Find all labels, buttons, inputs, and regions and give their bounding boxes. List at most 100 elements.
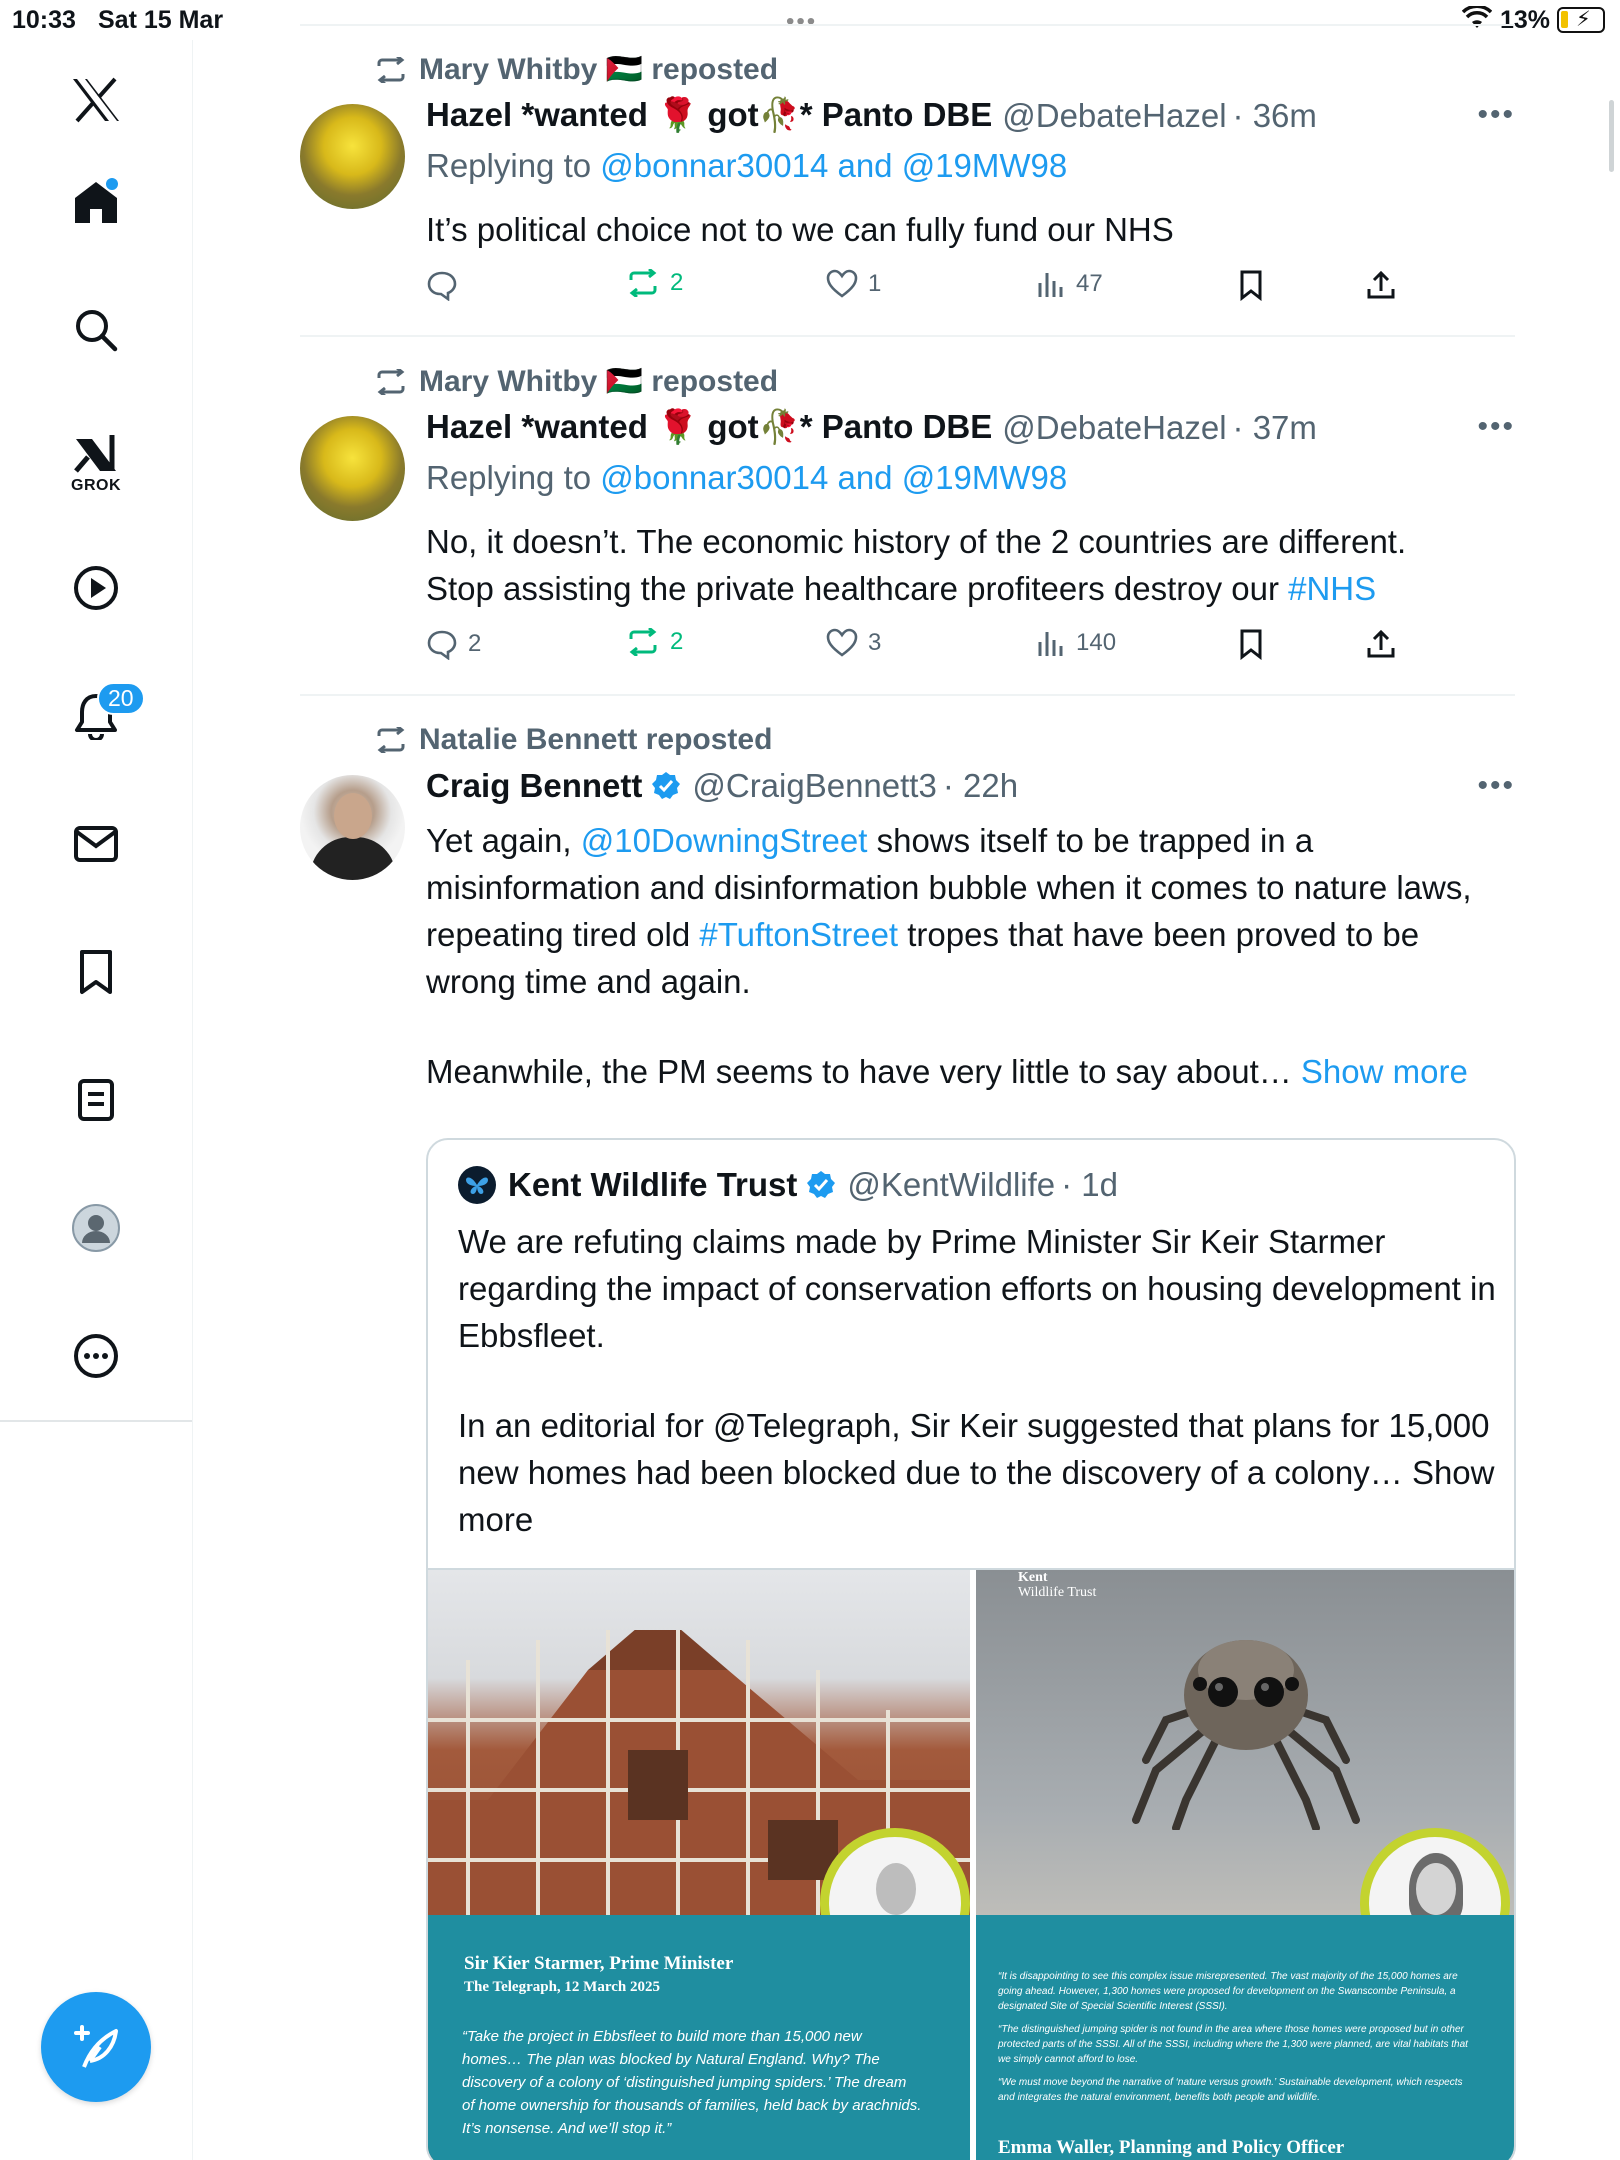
tweet-header: Hazel *wanted 🌹 got🥀* Panto DBE @DebateH… bbox=[426, 408, 1317, 447]
author-name[interactable]: Hazel *wanted 🌹 got🥀* Panto DBE bbox=[426, 96, 992, 135]
verified-badge-icon bbox=[652, 772, 681, 799]
sidebar-item-home[interactable] bbox=[46, 162, 146, 242]
avatar[interactable] bbox=[300, 104, 405, 209]
sidebar-item-video[interactable] bbox=[46, 548, 146, 628]
quoted-author-handle[interactable]: @KentWildlife bbox=[847, 1166, 1055, 1204]
like-button[interactable]: 3 bbox=[826, 628, 881, 658]
repost-button[interactable]: 2 bbox=[626, 269, 683, 297]
repost-count: 2 bbox=[670, 269, 684, 296]
reply-button[interactable]: 2 bbox=[426, 628, 481, 660]
reply-icon bbox=[427, 630, 457, 660]
mention-link[interactable]: @10DowningStreet bbox=[581, 822, 868, 859]
x-logo-icon[interactable] bbox=[46, 60, 146, 140]
author-handle[interactable]: @CraigBennett3 bbox=[692, 767, 936, 805]
media-gallery: Sir Kier Starmer, Prime Minister The Tel… bbox=[428, 1568, 1514, 2160]
tweet-text-segment: Meanwhile, the PM seems to have very lit… bbox=[426, 1053, 1292, 1090]
author-handle[interactable]: @DebateHazel bbox=[1002, 97, 1226, 135]
list-icon bbox=[78, 1079, 114, 1121]
sidebar-item-lists[interactable] bbox=[46, 1060, 146, 1140]
tweet-time[interactable]: · 22h bbox=[943, 767, 1018, 805]
media-image-starmer[interactable]: Sir Kier Starmer, Prime Minister The Tel… bbox=[428, 1570, 970, 2160]
tweet-actions: 2 2 3 140 bbox=[426, 628, 1516, 668]
kent-wildlife-avatar[interactable] bbox=[458, 1166, 496, 1204]
notification-badge: 20 bbox=[97, 682, 145, 715]
more-options-icon[interactable]: ••• bbox=[1477, 98, 1515, 132]
like-button[interactable]: 1 bbox=[826, 269, 881, 299]
like-count: 3 bbox=[868, 629, 882, 656]
play-icon bbox=[74, 566, 118, 610]
tweet-time[interactable]: · 36m bbox=[1233, 97, 1317, 135]
scrollbar[interactable] bbox=[1609, 100, 1614, 172]
sidebar-item-bookmarks[interactable] bbox=[46, 932, 146, 1012]
reply-icon bbox=[427, 271, 457, 301]
panel-quote-paragraph: “The distinguished jumping spider is not… bbox=[998, 2024, 1468, 2065]
tweet-text: Yet again, @10DowningStreet shows itself… bbox=[426, 817, 1516, 1005]
status-date: Sat 15 Mar bbox=[98, 6, 224, 34]
compose-feather-icon bbox=[74, 2025, 118, 2068]
panel-quote-paragraph: “It is disappointing to see this complex… bbox=[998, 1971, 1458, 2012]
repost-count: 2 bbox=[670, 628, 684, 655]
tweet-time[interactable]: · 37m bbox=[1233, 409, 1317, 447]
reply-button[interactable] bbox=[426, 269, 468, 301]
tweet-header: Craig Bennett @CraigBennett3 · 22h bbox=[426, 767, 1018, 805]
more-options-icon[interactable]: ••• bbox=[1477, 769, 1515, 803]
bookmark-button[interactable] bbox=[1238, 628, 1264, 660]
bookmark-icon bbox=[80, 950, 112, 994]
avatar[interactable] bbox=[300, 416, 405, 521]
share-icon bbox=[1367, 270, 1395, 299]
media-image-spider[interactable]: Kent Wildlife Trust “It is disappointing… bbox=[976, 1570, 1514, 2160]
hashtag-link[interactable]: #TuftonStreet bbox=[699, 916, 898, 953]
kent-wildlife-quote-panel: “It is disappointing to see this complex… bbox=[976, 1915, 1514, 2160]
multitasking-dots-icon[interactable]: ••• bbox=[786, 8, 817, 36]
views-button[interactable]: 47 bbox=[1036, 269, 1103, 299]
quoted-tweet-text: We are refuting claims made by Prime Min… bbox=[458, 1223, 1496, 1354]
share-button[interactable] bbox=[1366, 628, 1396, 660]
sidebar-divider bbox=[0, 1420, 192, 1422]
bookmark-button[interactable] bbox=[1238, 269, 1264, 301]
sidebar-item-notifications[interactable]: 20 bbox=[46, 676, 146, 756]
like-count: 1 bbox=[868, 270, 882, 297]
sidebar-item-grok[interactable]: GROK bbox=[46, 424, 146, 504]
bookmark-icon bbox=[1240, 270, 1262, 301]
show-more-link[interactable]: Show more bbox=[1301, 1053, 1468, 1090]
hashtag-link[interactable]: #NHS bbox=[1288, 570, 1376, 607]
repost-indicator: Mary Whitby 🇵🇸 reposted bbox=[375, 364, 778, 399]
bookmark-icon bbox=[1240, 629, 1262, 660]
heart-icon bbox=[826, 269, 858, 298]
quoted-tweet[interactable]: Kent Wildlife Trust @KentWildlife · 1d W… bbox=[426, 1138, 1516, 2160]
quoted-tweet-text-continued: In an editorial for @Telegraph, Sir Keir… bbox=[458, 1402, 1498, 1543]
quoted-author-name[interactable]: Kent Wildlife Trust bbox=[508, 1166, 797, 1204]
quoted-text-segment: In an editorial for @Telegraph, Sir Keir… bbox=[458, 1407, 1490, 1491]
sidebar-item-messages[interactable] bbox=[46, 804, 146, 884]
quoted-tweet-time[interactable]: · 1d bbox=[1061, 1166, 1118, 1204]
replying-users-link[interactable]: @bonnar30014 and @19MW98 bbox=[600, 147, 1067, 184]
search-icon bbox=[76, 310, 118, 352]
tweet-text-line: No, it doesn’t. The economic history of … bbox=[426, 523, 1407, 560]
repost-icon bbox=[629, 269, 657, 297]
replying-to: Replying to @bonnar30014 and @19MW98 bbox=[426, 459, 1067, 497]
tweet-text: No, it doesn’t. The economic history of … bbox=[426, 518, 1516, 612]
repost-label: Mary Whitby 🇵🇸 reposted bbox=[419, 365, 779, 398]
tweet-actions: 2 1 47 bbox=[426, 269, 1516, 309]
repost-icon bbox=[377, 56, 405, 83]
repost-label: Natalie Bennett reposted bbox=[419, 723, 773, 756]
author-name[interactable]: Hazel *wanted 🌹 got🥀* Panto DBE bbox=[426, 408, 992, 447]
tweet-header: Hazel *wanted 🌹 got🥀* Panto DBE @DebateH… bbox=[426, 96, 1317, 135]
views-button[interactable]: 140 bbox=[1036, 628, 1116, 658]
share-button[interactable] bbox=[1366, 269, 1396, 301]
sidebar-item-more[interactable] bbox=[46, 1316, 146, 1396]
avatar[interactable] bbox=[300, 775, 405, 880]
compose-button[interactable] bbox=[41, 1992, 151, 2102]
author-name[interactable]: Craig Bennett bbox=[426, 767, 642, 805]
author-handle[interactable]: @DebateHazel bbox=[1002, 409, 1226, 447]
repost-button[interactable]: 2 bbox=[626, 628, 683, 656]
sidebar-item-search[interactable] bbox=[46, 290, 146, 370]
sidebar-item-profile[interactable] bbox=[46, 1188, 146, 1268]
more-options-icon[interactable]: ••• bbox=[1477, 410, 1515, 444]
repost-icon bbox=[377, 727, 405, 753]
feed-top-divider bbox=[300, 24, 1515, 26]
grok-label: GROK bbox=[71, 477, 121, 494]
replying-users-link[interactable]: @bonnar30014 and @19MW98 bbox=[600, 459, 1067, 496]
replying-prefix: Replying to bbox=[426, 147, 592, 184]
analytics-icon bbox=[1038, 273, 1063, 297]
